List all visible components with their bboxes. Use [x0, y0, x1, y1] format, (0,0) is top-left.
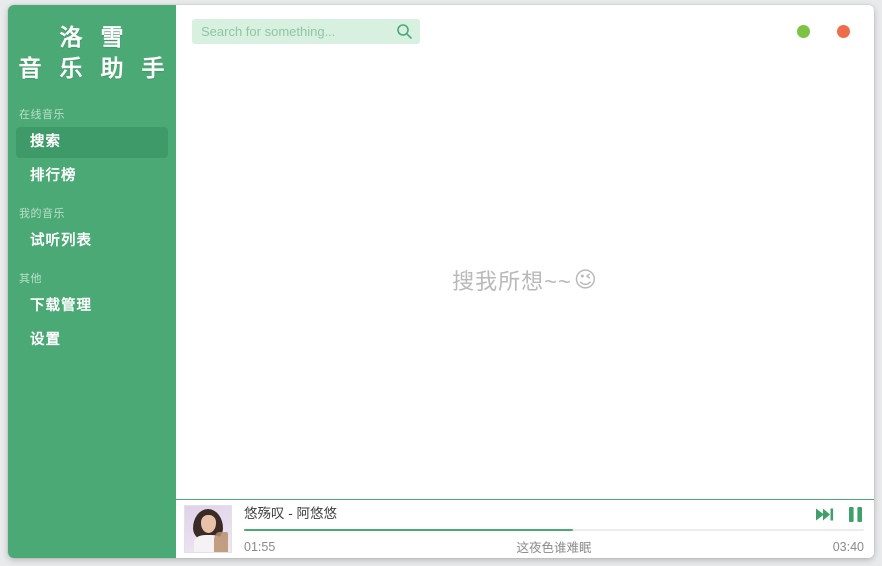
progress-bar-fill	[244, 529, 573, 531]
current-time: 01:55	[244, 539, 276, 554]
nav-section-other: 其他 下载管理 设置	[8, 271, 176, 356]
nav-section-my-music: 我的音乐 试听列表	[8, 206, 176, 257]
header-bar	[176, 5, 874, 57]
song-title: 悠殇叹 - 阿悠悠	[244, 506, 337, 521]
nav-section-label-online-music: 在线音乐	[19, 109, 65, 121]
sidebar-item-settings[interactable]: 设置	[16, 325, 168, 356]
sidebar-item-download-manager[interactable]: 下载管理	[16, 291, 168, 322]
album-art[interactable]	[184, 505, 232, 553]
nav-section-online-music: 在线音乐 搜索 排行榜	[8, 107, 176, 192]
next-track-icon[interactable]	[815, 507, 834, 522]
app-logo: 洛 雪 音 乐 助 手	[8, 5, 176, 85]
sidebar-item-playlist[interactable]: 试听列表	[16, 226, 168, 257]
empty-state-hint: 搜我所想~~ 😉	[452, 264, 598, 296]
logo-line-2: 音 乐 助 手	[18, 56, 170, 82]
content-panel: 搜我所想~~ 😉	[176, 57, 874, 558]
lyric-line: 这夜色谁难眠	[516, 541, 592, 555]
close-button[interactable]	[837, 24, 850, 38]
sidebar-item-leaderboard[interactable]: 排行榜	[16, 161, 168, 192]
logo-line-1: 洛 雪	[59, 25, 129, 51]
search-box[interactable]	[192, 18, 420, 44]
player-controls	[815, 506, 864, 523]
player-info: 悠殇叹 - 阿悠悠 01:55 这夜色谁难眠 03:40	[232, 500, 874, 558]
player-bar: 悠殇叹 - 阿悠悠 01:55 这夜色谁难眠 03:40	[176, 499, 874, 558]
window-controls	[797, 24, 860, 38]
minimize-button[interactable]	[797, 24, 810, 38]
nav-section-label-my-music: 我的音乐	[19, 208, 65, 220]
nav-section-label-other: 其他	[19, 273, 42, 285]
sidebar-item-search[interactable]: 搜索	[16, 127, 168, 158]
total-time: 03:40	[832, 539, 864, 554]
progress-bar[interactable]	[244, 529, 864, 531]
app-window: 洛 雪 音 乐 助 手 在线音乐 搜索 排行榜 我的音乐 试听列表 其他 下载管…	[8, 5, 874, 558]
search-input[interactable]	[192, 18, 420, 44]
album-art-arm	[214, 532, 228, 552]
sidebar: 洛 雪 音 乐 助 手 在线音乐 搜索 排行榜 我的音乐 试听列表 其他 下载管…	[8, 5, 176, 558]
sidebar-nav: 在线音乐 搜索 排行榜 我的音乐 试听列表 其他 下载管理 设置	[8, 107, 176, 359]
wink-emoji-icon: 😉	[573, 266, 598, 292]
main-area: 搜我所想~~ 😉 悠殇叹 - 阿悠悠 01:55 这夜色谁难眠	[176, 5, 874, 558]
pause-icon[interactable]	[847, 506, 864, 523]
player-meta: 01:55 这夜色谁难眠 03:40	[244, 537, 864, 556]
empty-state-text: 搜我所想~~	[452, 268, 572, 294]
